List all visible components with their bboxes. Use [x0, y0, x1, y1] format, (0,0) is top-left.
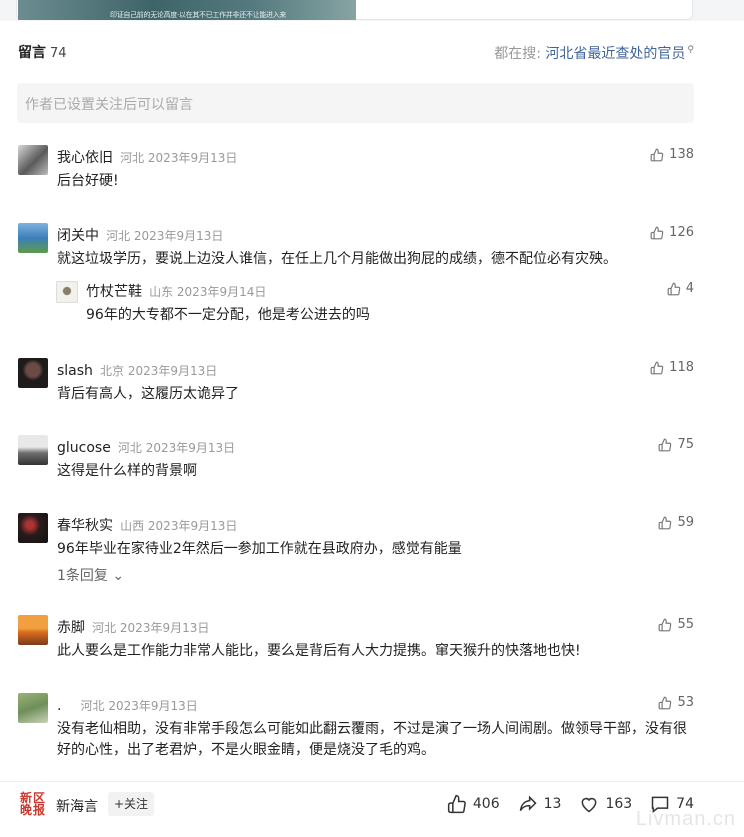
avatar[interactable]: [56, 281, 78, 303]
avatar[interactable]: [18, 693, 48, 723]
expand-replies-button[interactable]: 1条回复 ⌄: [57, 565, 124, 585]
comment-location-date: 河北 2023年9月13日: [117, 441, 236, 455]
thumb-up-icon: [659, 438, 672, 451]
thumb-up-icon: [667, 282, 680, 295]
like-count: 53: [677, 695, 694, 710]
reply-text: 96年的大专都不一定分配，他是考公进去的吗: [86, 307, 370, 323]
avatar[interactable]: [18, 223, 48, 253]
comment-text: 这得是什么样的背景啊: [57, 463, 197, 479]
comments-header: 留言 74 都在搜: 河北省最近查处的官员 ⚲: [18, 42, 694, 62]
like-count: 55: [677, 617, 694, 632]
heart-icon: [582, 797, 597, 813]
comment-text: 就这垃圾学历，要说上边没人谁信，在任上几个月能做出狗屁的成绩，德不配位必有灾殃。: [57, 251, 617, 267]
reply-author[interactable]: 竹杖芒鞋: [86, 284, 142, 300]
thumb-up-icon: [650, 361, 664, 374]
comment-location-date: 河北 2023年9月13日: [80, 699, 198, 713]
comment-author[interactable]: glucose: [57, 440, 111, 456]
banner-text: 印证自己前的无论高度·以在其不已工作并非还不让能进入来: [110, 11, 287, 19]
share-button[interactable]: 13: [518, 794, 562, 814]
thumb-up-icon: [650, 148, 664, 161]
like-button[interactable]: 138: [650, 147, 694, 162]
hot-search-link[interactable]: 都在搜: 河北省最近查处的官员 ⚲: [494, 43, 694, 63]
like-button[interactable]: 53: [658, 695, 694, 710]
reply-location-date: 山东 2023年9月14日: [149, 285, 267, 299]
like-count: 75: [677, 437, 694, 452]
avatar[interactable]: [18, 358, 48, 388]
thumb-up-icon: [659, 618, 672, 631]
comment-author[interactable]: 我心依旧: [57, 150, 113, 166]
comments-count: 74: [50, 46, 67, 61]
thumb-up-icon: [447, 794, 466, 814]
account-name[interactable]: 新海言: [56, 796, 98, 816]
comment-author[interactable]: slash: [57, 363, 93, 379]
chevron-down-icon: ⌄: [112, 568, 125, 584]
like-button[interactable]: 55: [658, 617, 694, 632]
hot-search-prefix: 都在搜:: [494, 46, 541, 62]
comment-author[interactable]: 春华秋实: [57, 518, 113, 534]
comments-title: 留言: [18, 45, 46, 61]
comment-text: 后台好硬!: [57, 173, 119, 189]
search-icon: ⚲: [687, 45, 694, 56]
article-banner-image[interactable]: 印证自己前的无论高度·以在其不已工作并非还不让能进入来: [18, 0, 356, 20]
thumb-up-icon: [659, 516, 672, 529]
comment-text: 背后有高人，这履历太诡异了: [57, 386, 239, 402]
favorite-button[interactable]: 163: [579, 794, 632, 814]
share-count: 13: [543, 796, 562, 812]
favorite-count: 163: [605, 796, 633, 812]
avatar[interactable]: [18, 513, 48, 543]
share-arrow-icon: [519, 795, 537, 812]
like-button[interactable]: 59: [658, 515, 694, 530]
like-count: 126: [669, 225, 694, 240]
like-count: 118: [669, 360, 694, 375]
like-button[interactable]: 118: [650, 360, 694, 375]
follow-button[interactable]: +关注: [108, 792, 154, 816]
avatar[interactable]: [18, 615, 48, 645]
thumb-up-icon: [650, 226, 664, 239]
like-count: 4: [685, 281, 694, 296]
like-count: 138: [669, 147, 694, 162]
article-like-count: 406: [472, 796, 500, 812]
thumb-up-icon: [659, 696, 672, 709]
comment-author[interactable]: 赤脚: [57, 620, 85, 636]
comment-location-date: 山西 2023年9月13日: [120, 519, 238, 533]
expand-replies-label: 1条回复: [57, 568, 108, 584]
hot-search-query: 河北省最近查处的官员: [545, 46, 686, 62]
comment-location-date: 河北 2023年9月13日: [92, 621, 210, 635]
comment-text: 此人要么是工作能力非常人能比，要么是背后有人大力提携。窜天猴升的快落地也快!: [57, 643, 581, 659]
watermark: Livman.cn: [635, 808, 736, 830]
comment-location-date: 北京 2023年9月13日: [100, 364, 218, 378]
reply-input[interactable]: 作者已设置关注后可以留言: [17, 83, 694, 123]
comment-location-date: 河北 2023年9月13日: [106, 229, 224, 243]
avatar[interactable]: [18, 435, 48, 465]
comment-author[interactable]: .: [57, 698, 61, 714]
avatar[interactable]: [18, 145, 48, 175]
account-logo[interactable]: 新区晚报: [19, 792, 47, 820]
like-button[interactable]: 126: [650, 225, 694, 240]
bottom-bar: 新区晚报 新海言 +关注 406 13 163 74: [0, 781, 744, 827]
like-count: 59: [677, 515, 694, 530]
comment-text: 96年毕业在家待业2年然后一参加工作就在县政府办，感觉有能量: [57, 541, 462, 557]
like-button[interactable]: 75: [658, 437, 694, 452]
comment-author[interactable]: 闭关中: [57, 228, 99, 244]
article-like-button[interactable]: 406: [447, 794, 500, 814]
comment-location-date: 河北 2023年9月13日: [120, 151, 238, 165]
comment-text: 没有老仙相助，没有非常手段怎么可能如此翻云覆雨，不过是演了一场人间闹剧。做领导干…: [57, 721, 687, 758]
like-button[interactable]: 4: [667, 281, 694, 296]
